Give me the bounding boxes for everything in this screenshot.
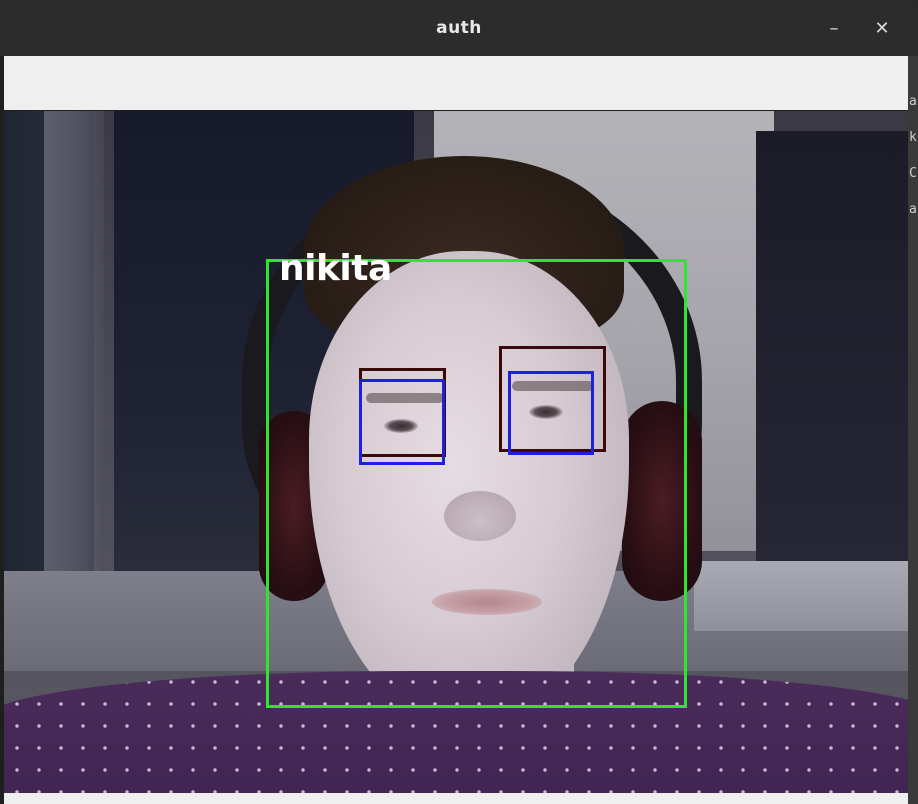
toolbar-area	[4, 56, 908, 110]
background-window-edge: a k C a	[908, 56, 918, 804]
right-eye-detection-box-blue	[508, 371, 594, 455]
edge-char: a	[909, 202, 917, 217]
face-identity-label: nikita	[279, 248, 392, 289]
close-button[interactable]: ✕	[869, 16, 895, 42]
camera-feed: nikita	[4, 111, 908, 793]
title-bar[interactable]: auth – ✕	[0, 0, 918, 56]
edge-char: k	[909, 130, 917, 145]
edge-char: a	[909, 94, 917, 109]
face-detection-box	[266, 259, 687, 708]
edge-char: C	[909, 166, 917, 181]
window-title: auth	[436, 18, 482, 38]
background-desk-items	[694, 561, 908, 631]
left-eye-detection-box-blue	[359, 379, 445, 465]
bottom-strip	[4, 793, 908, 804]
background-speaker	[756, 131, 908, 571]
app-window: auth – ✕ nikita	[0, 0, 918, 804]
background-frame	[44, 111, 104, 591]
minimize-button[interactable]: –	[821, 16, 847, 42]
